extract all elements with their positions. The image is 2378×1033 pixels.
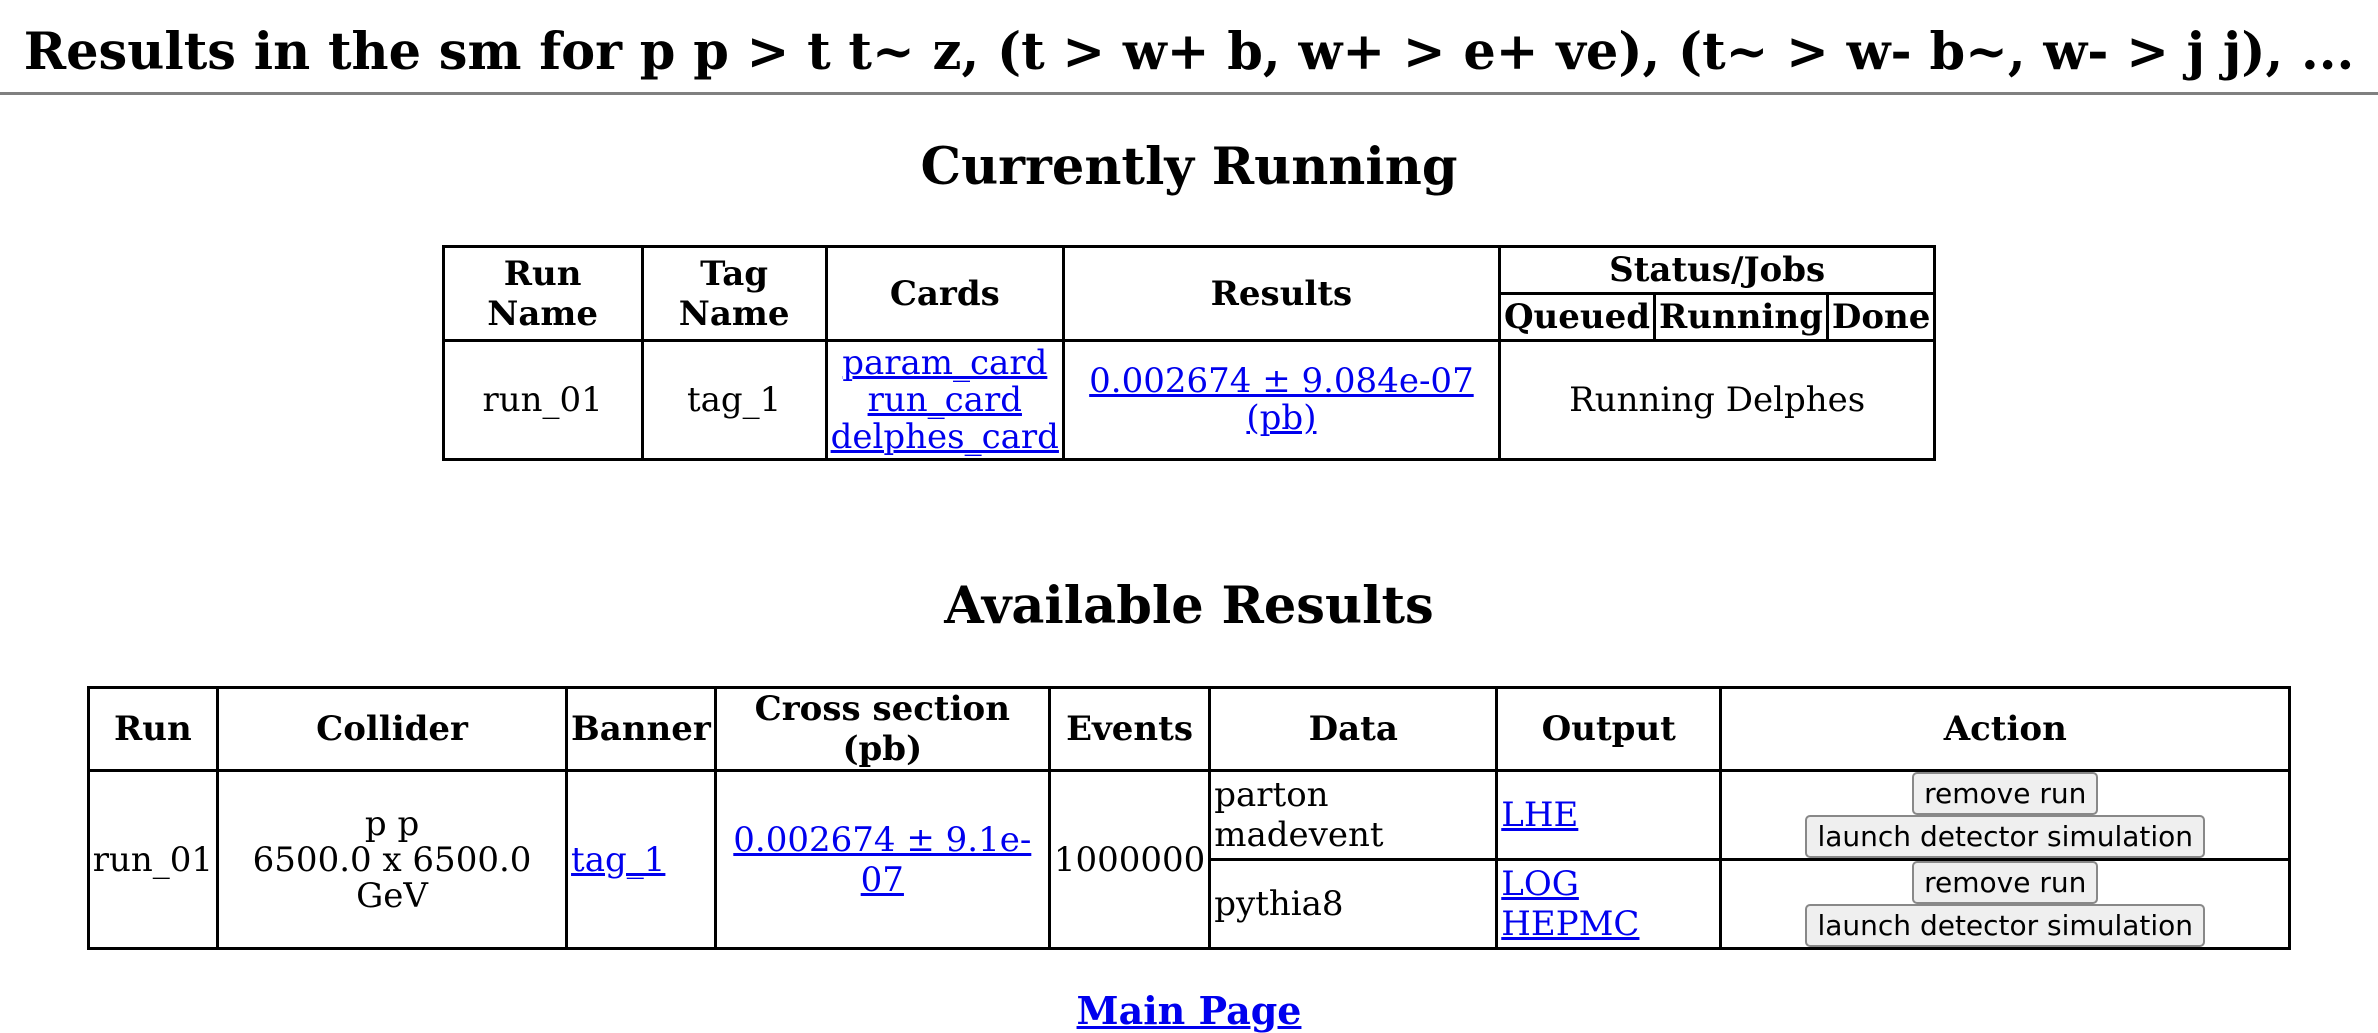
col-queued: Queued: [1497, 292, 1657, 342]
results-link[interactable]: 0.002674 ± 9.084e-07 (pb): [1089, 361, 1474, 438]
table-row: run_01 p p 6500.0 x 6500.0 GeV tag_1 0.0…: [86, 769, 2292, 950]
col-cross-section: Cross section (pb): [713, 686, 1051, 772]
status-cell: Running Delphes: [1497, 339, 1937, 461]
cards-cell: param_card run_card delphes_card: [824, 339, 1065, 461]
log-link[interactable]: LOG: [1501, 864, 1579, 904]
results-cell: 0.002674 ± 9.084e-07 (pb): [1061, 339, 1501, 461]
output-cell-parton: LHE: [1495, 769, 1723, 861]
run-card-link[interactable]: run_card: [868, 380, 1022, 420]
col-results: Results: [1061, 245, 1501, 342]
data-cell-parton: parton madevent: [1208, 769, 1499, 861]
available-results-title: Available Results: [944, 576, 1434, 636]
header-divider: [0, 92, 2378, 95]
hepmc-link[interactable]: HEPMC: [1501, 904, 1639, 944]
collider-beams: p p: [364, 803, 420, 844]
launch-detector-simulation-button[interactable]: launch detector simulation: [1805, 904, 2206, 947]
col-banner: Banner: [565, 686, 717, 772]
remove-run-button[interactable]: remove run: [1912, 772, 2099, 815]
output-cell-pythia8: LOG HEPMC: [1495, 858, 1723, 950]
collider-cell: p p 6500.0 x 6500.0 GeV: [216, 769, 569, 950]
page-header: Results in the sm for p p > t t~ z, (t >…: [0, 0, 2378, 92]
col-cards: Cards: [824, 245, 1065, 342]
action-cell-parton: remove runlaunch detector simulation: [1719, 769, 2292, 861]
col-run: Run: [86, 686, 220, 772]
col-events: Events: [1047, 686, 1212, 772]
available-results-table: Run Collider Banner Cross section (pb) E…: [86, 686, 2292, 950]
col-collider: Collider: [216, 686, 569, 772]
cross-section-link[interactable]: 0.002674 ± 9.1e-07: [733, 820, 1031, 900]
currently-running-title: Currently Running: [920, 137, 1458, 197]
lhe-link[interactable]: LHE: [1501, 795, 1578, 835]
main-page-link[interactable]: Main Page: [0, 988, 2378, 1033]
page-title: Results in the sm for p p > t t~ z, (t >…: [23, 22, 2355, 82]
col-run-name: Run Name: [441, 245, 644, 342]
events-cell: 1000000: [1047, 769, 1212, 950]
run-cell: run_01: [86, 769, 220, 950]
delphes-card-link[interactable]: delphes_card: [831, 417, 1059, 457]
data-cell-pythia8: pythia8: [1208, 858, 1499, 950]
col-action: Action: [1719, 686, 2292, 772]
launch-detector-simulation-button[interactable]: launch detector simulation: [1805, 815, 2206, 858]
banner-link[interactable]: tag_1: [571, 840, 665, 880]
col-output: Output: [1495, 686, 1723, 772]
col-status-jobs: Status/Jobs: [1497, 245, 1937, 295]
col-done: Done: [1825, 292, 1937, 342]
col-running: Running: [1653, 292, 1829, 342]
currently-running-table: Run Name Tag Name Cards Results Status/J…: [441, 245, 1937, 461]
col-tag-name: Tag Name: [640, 245, 828, 342]
param-card-link[interactable]: param_card: [842, 343, 1047, 383]
banner-cell: tag_1: [565, 769, 717, 950]
table-row: run_01 tag_1 param_card run_card delphes…: [441, 339, 1937, 461]
cross-section-cell: 0.002674 ± 9.1e-07: [713, 769, 1051, 950]
collider-energy: 6500.0 x 6500.0 GeV: [252, 839, 532, 916]
remove-run-button[interactable]: remove run: [1912, 861, 2099, 904]
tag-name-cell: tag_1: [640, 339, 828, 461]
run-name-cell: run_01: [441, 339, 644, 461]
action-cell-pythia8: remove runlaunch detector simulation: [1719, 858, 2292, 950]
col-data: Data: [1208, 686, 1499, 772]
